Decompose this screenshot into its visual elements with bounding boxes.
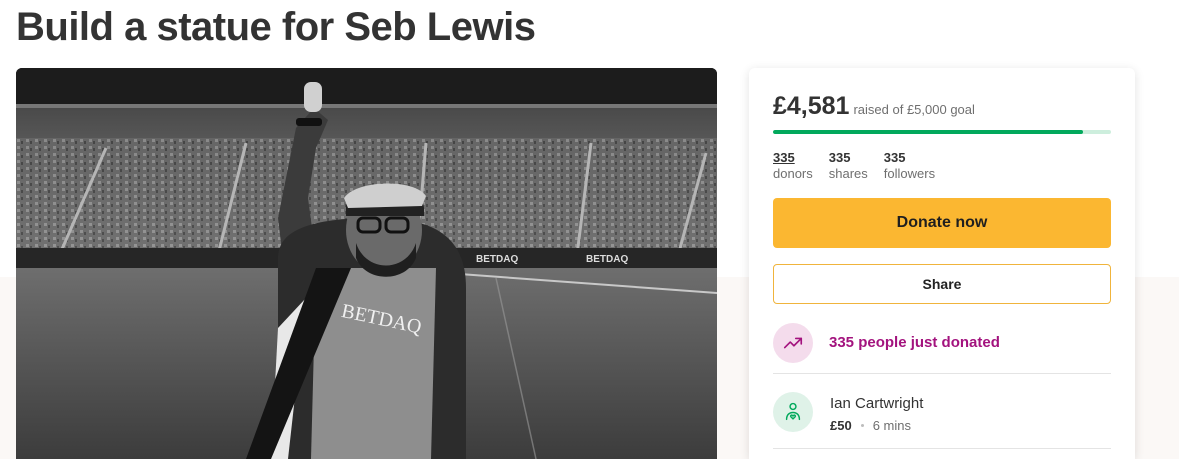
donation-amount: £50 <box>830 418 852 433</box>
share-button[interactable]: Share <box>773 264 1111 304</box>
donation-time: 6 mins <box>872 418 911 433</box>
donation-card: £4,581 raised of £5,000 goal 335 donors 3… <box>749 68 1135 459</box>
donate-now-button[interactable]: Donate now <box>773 198 1111 248</box>
progress-bar-fill <box>773 130 1083 134</box>
goal-text: raised of £5,000 goal <box>853 102 975 117</box>
stat-shares-count: 335 <box>828 150 851 165</box>
raised-amount: £4,581 <box>773 92 850 120</box>
hero-image: BETDAQ BETDAQ BETDAQ <box>16 68 717 459</box>
donation-list-item: Ian Cartwright £50 6 mins <box>773 375 1111 449</box>
stat-followers-label: followers <box>883 166 936 181</box>
stat-donors[interactable]: 335 donors <box>773 150 813 182</box>
donation-meta: £50 6 mins <box>830 418 911 433</box>
stat-donors-count[interactable]: 335 <box>773 150 813 166</box>
progress-bar <box>773 130 1111 134</box>
donor-name: Ian Cartwright <box>830 395 924 412</box>
stat-followers: 335 followers <box>884 150 935 182</box>
page-title: Build a statue for Seb Lewis <box>16 5 536 49</box>
stat-shares-label: shares <box>828 166 868 181</box>
trending-up-icon <box>773 322 813 363</box>
stat-donors-label: donors <box>773 166 813 181</box>
stat-followers-count: 335 <box>883 150 906 165</box>
board-text: BETDAQ <box>476 254 518 265</box>
stats-row: 335 donors 335 shares 335 followers <box>773 150 951 182</box>
recent-activity-banner: 335 people just donated <box>773 320 1111 374</box>
recent-donations-text: 335 people just donated <box>829 334 1000 351</box>
raised-summary: £4,581 raised of £5,000 goal <box>773 92 975 121</box>
separator-dot <box>860 424 864 427</box>
heart-hand-icon <box>773 392 813 432</box>
stat-shares: 335 shares <box>829 150 868 182</box>
board-text: BETDAQ <box>586 254 628 265</box>
